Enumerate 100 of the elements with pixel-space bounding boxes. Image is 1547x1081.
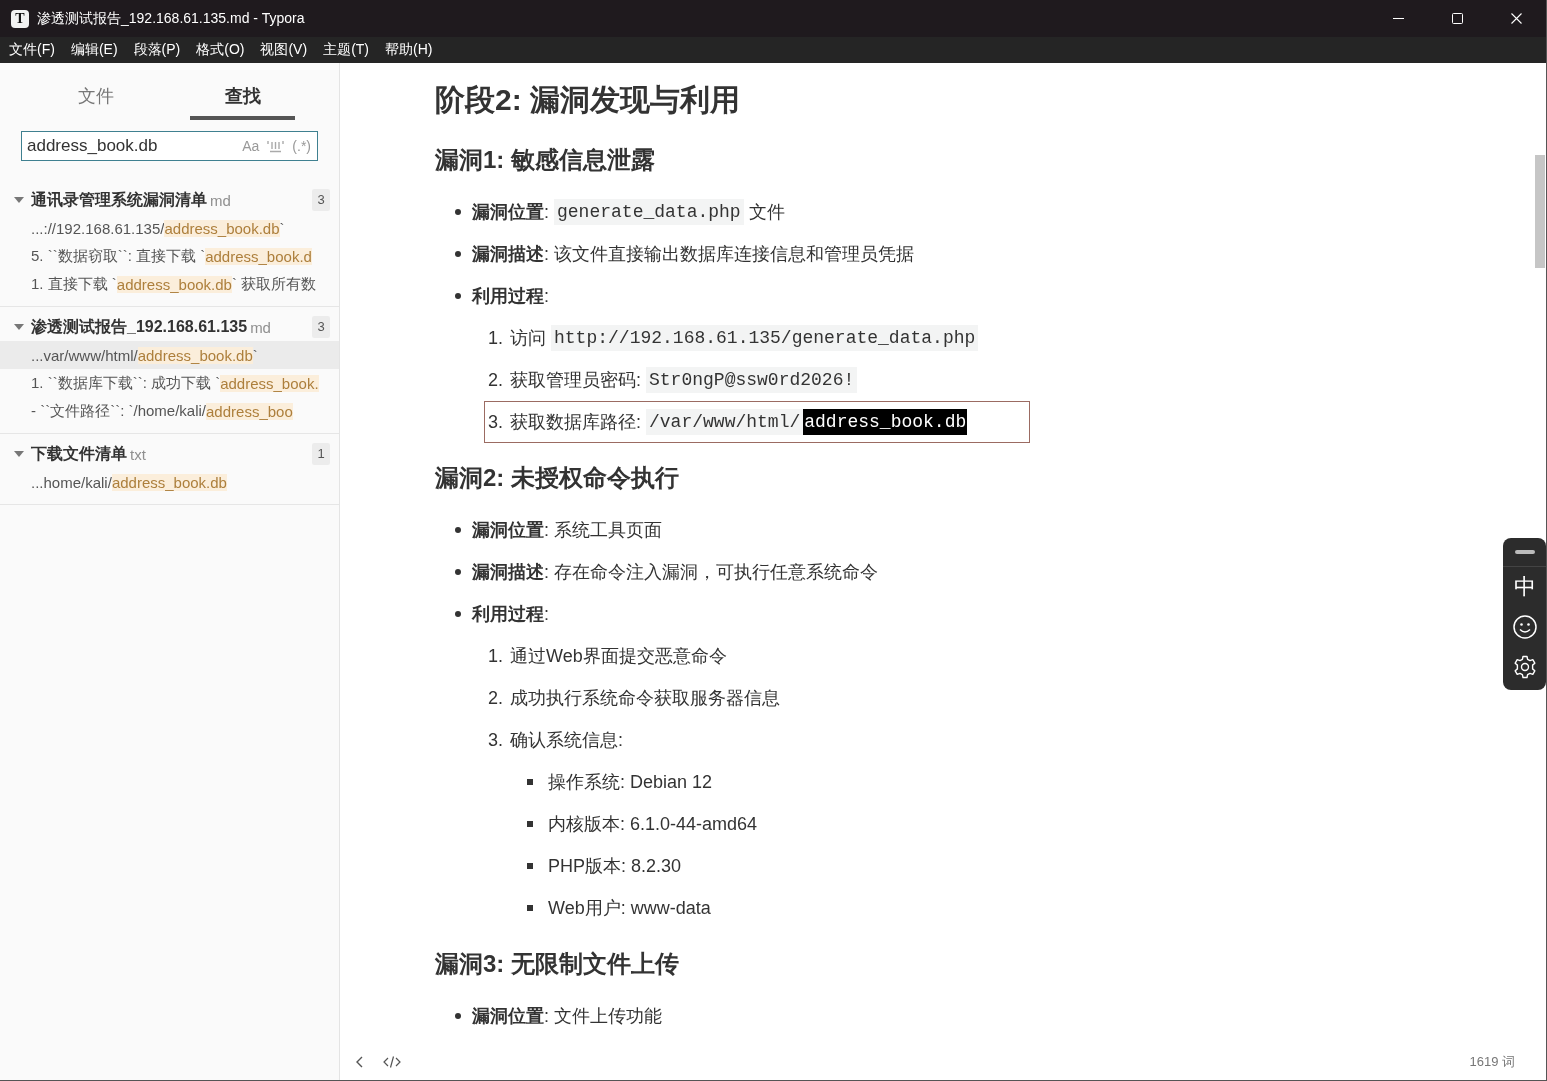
menu-item[interactable]: 帮助(H) [377, 37, 441, 63]
list-number: 2. [488, 687, 504, 709]
result-text: ` [279, 219, 285, 237]
sidebar-tab[interactable]: 查找 [190, 75, 295, 120]
list-item-text: 漏洞描述: 存在命令注入漏洞，可执行任意系统命令 [472, 561, 878, 584]
caret-icon[interactable] [14, 197, 24, 203]
subheading: 漏洞2: 未授权命令执行 [435, 463, 680, 493]
list-item-text: 漏洞位置: [472, 201, 550, 224]
list-item-text: 利用过程: [472, 285, 549, 308]
list-item-text: 获取数据库路径: [510, 411, 642, 434]
chevron-left-icon [356, 1056, 363, 1068]
result-text: ...home/kali/ [31, 473, 112, 491]
file-extension: md [210, 191, 231, 209]
inline-code: Str0ngP@ssw0rd2026! [646, 367, 858, 393]
match-count: 3 [312, 316, 330, 338]
search-result[interactable]: ...var/www/html/address_book.db` [0, 341, 339, 369]
result-file-name[interactable]: 渗透测试报告_192.168.61.135 [31, 316, 248, 338]
bullet-icon [455, 209, 461, 215]
match-highlight: address_book.db [164, 219, 280, 237]
caret-icon[interactable] [14, 324, 24, 330]
app-logo: T [11, 9, 29, 28]
subheading: 漏洞1: 敏感信息泄露 [435, 145, 656, 175]
list-item-text: 漏洞位置: 文件上传功能 [472, 1005, 662, 1028]
list-item-text: 获取管理员密码: [510, 369, 642, 392]
caret-icon[interactable] [14, 451, 24, 457]
bullet-icon [455, 1013, 461, 1019]
list-item-text: 漏洞描述: 该文件直接输出数据库连接信息和管理员凭据 [472, 243, 914, 266]
list-item-text: 成功执行系统命令获取服务器信息 [510, 687, 780, 710]
list-item-text: Web用户: www-data [548, 897, 711, 920]
inline-code: generate_data.php [554, 199, 744, 225]
list-item-text: 文件 [747, 201, 785, 224]
search-field[interactable]: address_book.db Aa (.*) [21, 131, 318, 161]
menu-item[interactable]: 视图(V) [252, 37, 316, 63]
search-result[interactable]: 5. ``数据窃取``: 直接下载 `address_book.d [0, 242, 339, 270]
square-bullet-icon [527, 863, 533, 869]
file-extension: md [250, 318, 271, 336]
search-result[interactable]: 1. 直接下载 `address_book.db` 获取所有数 [0, 270, 339, 298]
match-highlight: address_book.db [111, 473, 227, 491]
match-highlight: address_book.db [137, 346, 253, 364]
list-item-text: 确认系统信息: [510, 729, 623, 752]
square-bullet-icon [527, 821, 533, 827]
window-title: 渗透测试报告_192.168.61.135.md - Typora [37, 9, 305, 28]
menu-item[interactable]: 格式(O) [188, 37, 253, 63]
list-item-text: 利用过程: [472, 603, 549, 626]
result-text: ` 获取所有数 [231, 274, 317, 292]
heading: 阶段2: 漏洞发现与利用 [435, 82, 741, 118]
square-bullet-icon [527, 779, 533, 785]
smiley-icon [1512, 615, 1537, 639]
bullet-icon [455, 569, 461, 575]
bullet-icon [455, 251, 461, 257]
match-count: 3 [312, 189, 330, 211]
list-number: 3. [488, 411, 504, 433]
list-item-text: 操作系统: Debian 12 [548, 771, 713, 794]
result-text: ` [252, 346, 258, 364]
list-item-text: 漏洞位置: 系统工具页面 [472, 519, 662, 542]
list-number: 3. [488, 729, 504, 751]
result-text: 5. ``数据窃取``: 直接下载 ` [31, 246, 206, 266]
list-item-text: 通过Web界面提交恶意命令 [510, 645, 727, 668]
match-highlight: address_boo [206, 402, 293, 420]
list-number: 2. [488, 369, 504, 391]
match-highlight: address_book.db [116, 275, 232, 293]
list-item-text: PHP版本: 8.2.30 [548, 855, 682, 878]
search-result[interactable]: - ``文件路径``: `/home/kali/address_boo [0, 397, 339, 425]
file-extension: txt [130, 445, 146, 463]
result-file-name[interactable]: 通讯录管理系统漏洞清单 [31, 189, 207, 211]
subheading: 漏洞3: 无限制文件上传 [435, 949, 680, 979]
menu-item[interactable]: 主题(T) [315, 37, 377, 63]
bullet-icon [455, 527, 461, 533]
input-mode-button[interactable]: 中 [1503, 567, 1546, 607]
result-text: - ``文件路径``: `/home/kali/ [31, 401, 206, 419]
result-text: ...://192.168.61.135/ [31, 219, 165, 237]
list-number: 1. [488, 327, 504, 349]
bullet-icon [455, 293, 461, 299]
result-file-name[interactable]: 下载文件清单 [31, 443, 127, 465]
menu-item[interactable]: 编辑(E) [62, 37, 126, 63]
drag-handle-icon[interactable] [1514, 550, 1535, 554]
whole-word-icon[interactable] [267, 139, 285, 153]
search-result[interactable]: ...home/kali/address_book.db [0, 468, 339, 496]
close-icon [1511, 13, 1522, 24]
code-icon [383, 1056, 401, 1068]
menu-item[interactable]: 文件(F) [1, 37, 63, 63]
search-result[interactable]: ...://192.168.61.135/address_book.db` [0, 214, 339, 242]
inline-code: /var/www/html/ [646, 409, 804, 435]
result-text: ...var/www/html/ [31, 346, 138, 364]
inline-code: http://192.168.61.135/generate_data.php [551, 325, 979, 351]
match-highlight: address_book.d [205, 247, 312, 265]
word-count: 1619 词 [1469, 1053, 1515, 1071]
match-highlight: address_book. [220, 374, 319, 392]
scrollbar-thumb[interactable] [1535, 155, 1545, 268]
match-count: 1 [312, 443, 330, 465]
result-text: 1. ``数据库下载``: 成功下载 ` [31, 373, 221, 393]
list-item-text: 访问 [510, 327, 547, 350]
minimize-icon [1393, 18, 1404, 19]
list-number: 1. [488, 645, 504, 667]
list-item-text: 内核版本: 6.1.0-44-amd64 [548, 813, 758, 836]
search-result[interactable]: 1. ``数据库下载``: 成功下载 `address_book. [0, 369, 339, 397]
square-bullet-icon [527, 905, 533, 911]
sidebar-tab[interactable]: 文件 [43, 75, 148, 120]
result-text: 1. 直接下载 ` [31, 274, 117, 294]
menu-item[interactable]: 段落(P) [125, 37, 189, 63]
